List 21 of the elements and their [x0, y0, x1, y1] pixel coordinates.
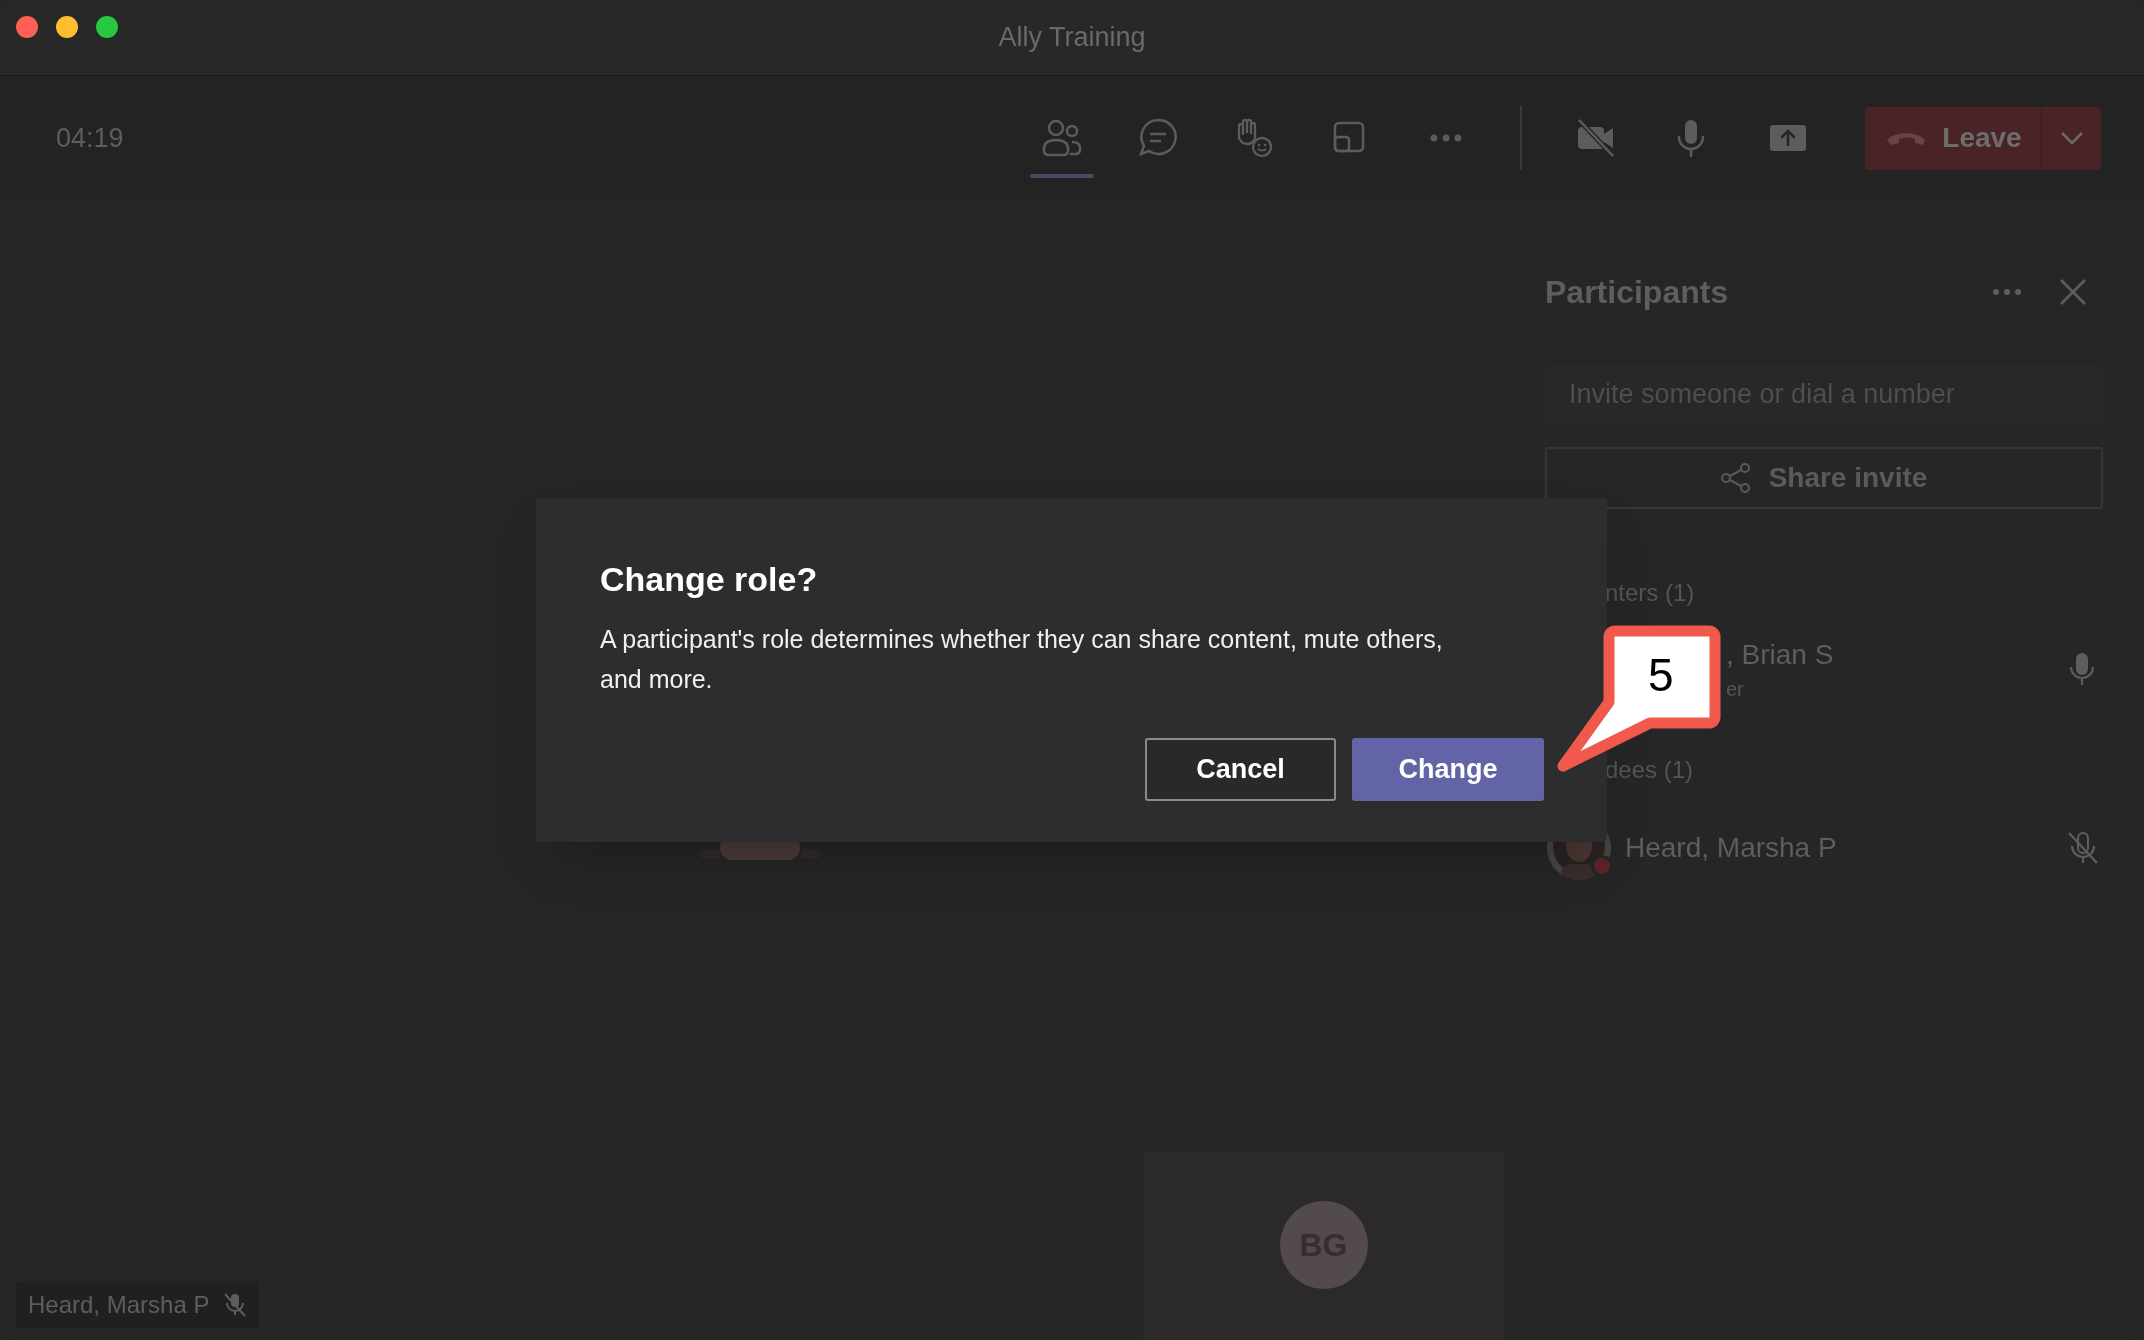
participant-name: Heard, Marsha P — [28, 1289, 210, 1320]
zoom-button[interactable] — [96, 16, 118, 38]
share-icon — [1720, 463, 1751, 493]
panel-title: Participants — [1545, 273, 1729, 312]
minimize-button[interactable] — [56, 16, 78, 38]
people-icon — [1041, 117, 1083, 159]
window-title: Ally Training — [998, 21, 1146, 55]
more-icon — [1430, 134, 1462, 142]
close-icon — [2059, 278, 2087, 306]
cancel-button[interactable]: Cancel — [1145, 738, 1336, 801]
chat-icon — [1137, 117, 1179, 159]
close-button[interactable] — [16, 16, 38, 38]
dialog-message: A participant's role determines whether they can share content, mute others, and more. — [600, 624, 1444, 695]
participant-name: Heard, Marsha P — [1625, 831, 1837, 865]
dialog-title: Change role? — [600, 559, 819, 600]
call-timer: 04:19 — [56, 121, 124, 155]
more-icon — [1992, 288, 2022, 296]
camera-off-icon — [1575, 117, 1617, 159]
callout-number: 5 — [1648, 650, 1674, 700]
participant-name: , Brian S — [1726, 638, 1834, 672]
change-button[interactable]: Change — [1352, 738, 1544, 801]
